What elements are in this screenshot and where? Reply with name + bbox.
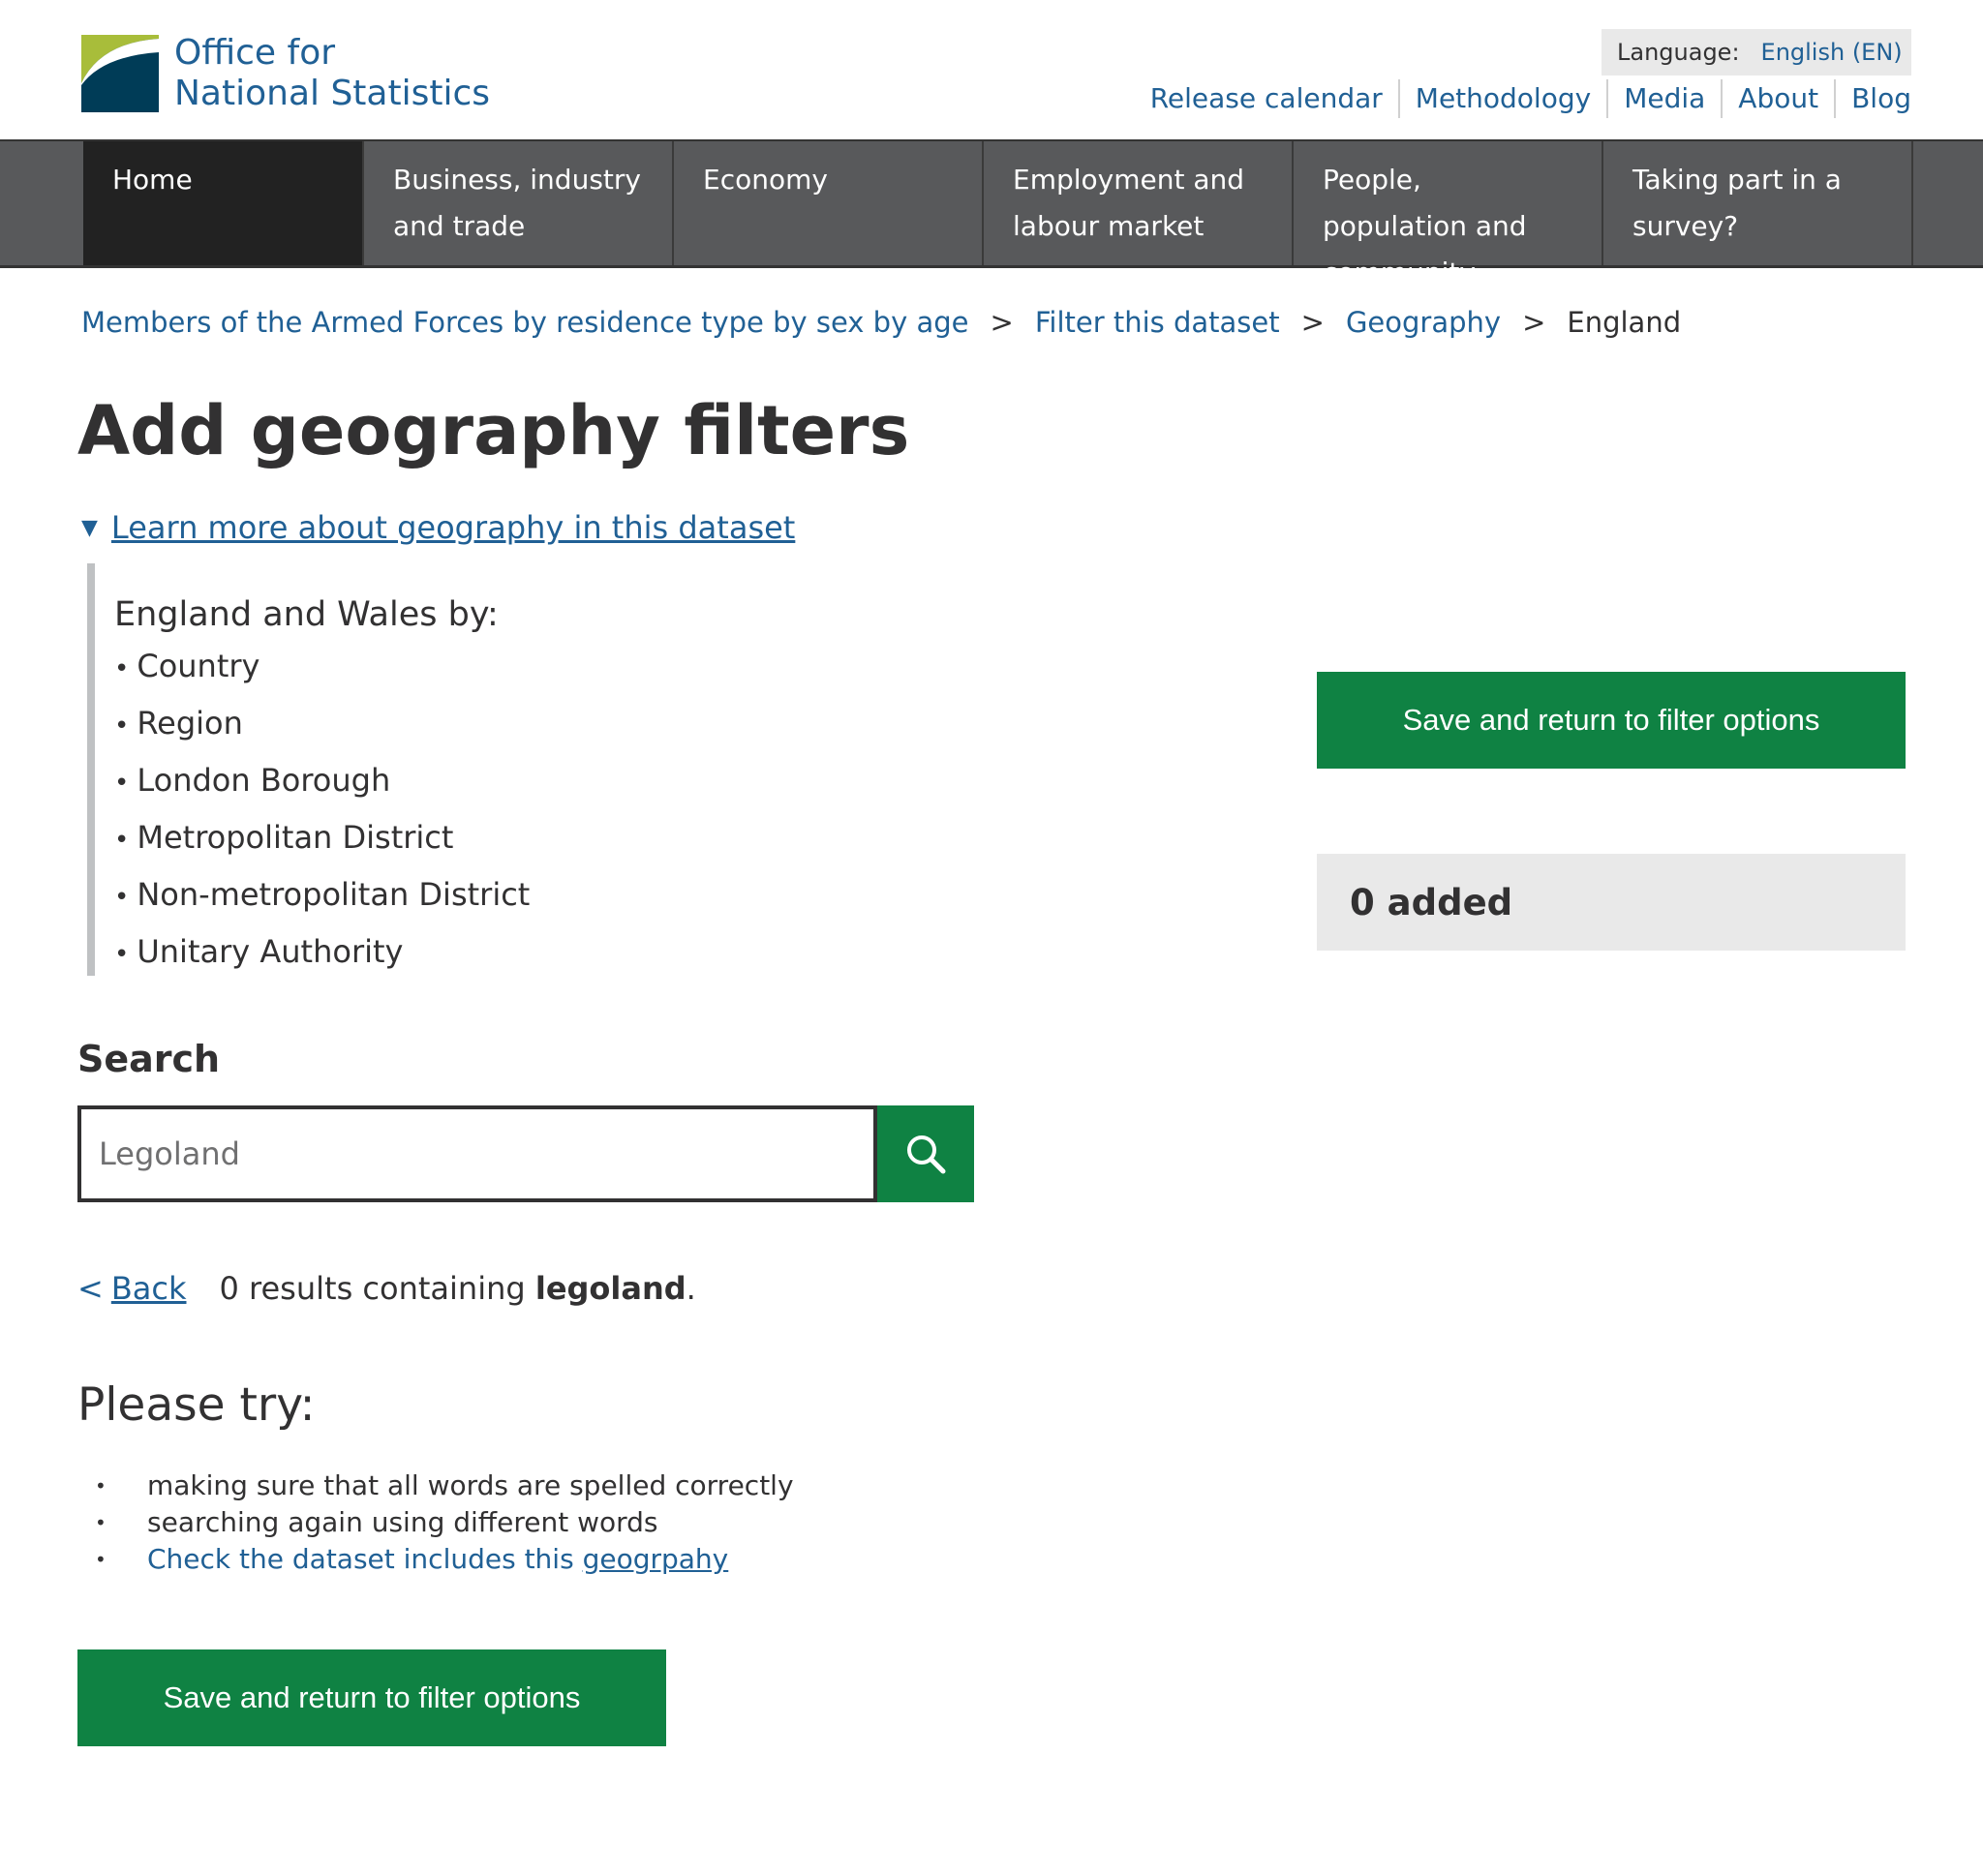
- ons-logo-icon: [81, 35, 159, 112]
- language-value[interactable]: English (EN): [1761, 39, 1903, 66]
- list-item: Country: [114, 639, 959, 696]
- nav-item-survey[interactable]: Taking part in a survey?: [1603, 141, 1913, 265]
- details-summary-text[interactable]: Learn more about geography in this datas…: [111, 509, 795, 546]
- search-icon: [907, 1135, 946, 1174]
- search-input[interactable]: [77, 1105, 877, 1202]
- breadcrumb-filter-link[interactable]: Filter this dataset: [1035, 306, 1280, 339]
- logo-line-2: National Statistics: [174, 74, 491, 113]
- added-count: 0 added: [1350, 881, 1513, 923]
- list-item: Metropolitan District: [114, 810, 959, 867]
- nav-item-employment[interactable]: Employment and labour market: [984, 141, 1294, 265]
- breadcrumb-separator: >: [990, 306, 1014, 339]
- nav-item-business[interactable]: Business, industry and trade: [364, 141, 674, 265]
- list-item: • making sure that all words are spelled…: [95, 1468, 794, 1504]
- geography-details-panel: England and Wales by: Country Region Lon…: [87, 563, 959, 976]
- check-dataset-link-word[interactable]: geogrpahy: [583, 1543, 729, 1575]
- save-return-button-bottom[interactable]: Save and return to filter options: [77, 1649, 666, 1746]
- list-item: Unitary Authority: [114, 924, 959, 982]
- page-title: Add geography filters: [77, 391, 910, 470]
- breadcrumb-dataset-link[interactable]: Members of the Armed Forces by residence…: [81, 306, 969, 339]
- list-item: Region: [114, 696, 959, 753]
- breadcrumb-separator: >: [1300, 306, 1325, 339]
- details-heading: England and Wales by:: [114, 595, 499, 634]
- search-label: Search: [77, 1038, 221, 1080]
- ons-logo[interactable]: Office for National Statistics: [81, 33, 490, 114]
- bullet-icon: •: [95, 1511, 107, 1534]
- tip-text: searching again using different words: [147, 1506, 658, 1538]
- back-chevron-icon: <: [77, 1270, 104, 1307]
- language-selector: Language: English (EN): [1602, 29, 1911, 76]
- geography-details-toggle[interactable]: ▼ Learn more about geography in this dat…: [81, 509, 795, 546]
- language-label: Language:: [1617, 39, 1740, 66]
- search-button[interactable]: [877, 1105, 974, 1202]
- nav-item-economy[interactable]: Economy: [674, 141, 984, 265]
- check-dataset-link[interactable]: Check the dataset includes this geogrpah…: [147, 1541, 728, 1578]
- list-item: London Borough: [114, 753, 959, 810]
- breadcrumb-separator: >: [1522, 306, 1546, 339]
- results-suffix: .: [686, 1270, 696, 1307]
- please-try-heading: Please try:: [77, 1378, 316, 1432]
- nav-item-home[interactable]: Home: [83, 141, 364, 265]
- results-term: legoland: [534, 1270, 686, 1307]
- triangle-down-icon: ▼: [81, 515, 98, 540]
- methodology-link[interactable]: Methodology: [1397, 79, 1606, 118]
- added-count-panel: 0 added: [1317, 854, 1906, 951]
- back-link[interactable]: Back: [111, 1270, 187, 1307]
- list-item: • Check the dataset includes this geogrp…: [95, 1541, 794, 1578]
- bullet-icon: •: [95, 1548, 107, 1571]
- breadcrumb: Members of the Armed Forces by residence…: [81, 306, 1681, 339]
- release-calendar-link[interactable]: Release calendar: [1135, 79, 1398, 118]
- list-item: Non-metropolitan District: [114, 867, 959, 924]
- media-link[interactable]: Media: [1606, 79, 1721, 118]
- logo-line-1: Office for: [174, 33, 336, 73]
- nav-item-people[interactable]: People, population and community: [1294, 141, 1603, 288]
- tip-text: making sure that all words are spelled c…: [147, 1469, 794, 1501]
- breadcrumb-geography-link[interactable]: Geography: [1346, 306, 1501, 339]
- blog-link[interactable]: Blog: [1834, 79, 1911, 118]
- breadcrumb-current: England: [1567, 306, 1682, 339]
- results-summary: < Back 0 results containing legoland .: [77, 1270, 696, 1307]
- results-text: 0 results containing: [219, 1270, 535, 1307]
- bullet-icon: •: [95, 1474, 107, 1498]
- suggestions-list: • making sure that all words are spelled…: [95, 1468, 794, 1578]
- about-link[interactable]: About: [1721, 79, 1834, 118]
- check-dataset-link-prefix[interactable]: Check the dataset includes this: [147, 1543, 583, 1575]
- list-item: • searching again using different words: [95, 1504, 794, 1541]
- primary-nav: Home Business, industry and trade Econom…: [0, 139, 1983, 288]
- utility-links: Release calendar Methodology Media About…: [1135, 79, 1911, 118]
- save-return-button-top[interactable]: Save and return to filter options: [1317, 672, 1906, 769]
- geography-type-list: Country Region London Borough Metropolit…: [114, 639, 959, 982]
